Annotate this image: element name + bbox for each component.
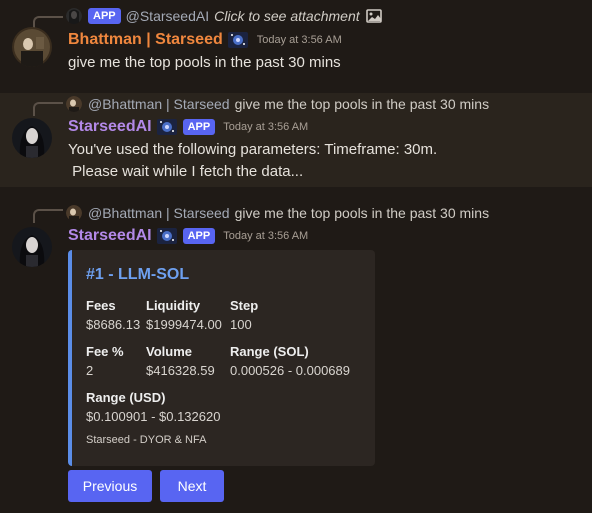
reply-avatar (66, 205, 82, 221)
starseed-emoji (156, 119, 177, 135)
message-content-line-1: You've used the following parameters: Ti… (68, 141, 438, 158)
reply-preview[interactable]: @Bhattman | Starseed give me the top poo… (66, 204, 489, 222)
field-value: 100 (230, 317, 252, 332)
message-content: give me the top pools in the past 30 min… (68, 54, 341, 71)
field-liquidity: Liquidity $1999474.00 (146, 298, 222, 332)
reply-avatar (66, 8, 82, 24)
reply-avatar (66, 96, 82, 112)
avatar[interactable] (12, 27, 52, 67)
app-badge: APP (182, 228, 216, 244)
author-name[interactable]: StarseedAI (68, 118, 152, 136)
reply-text[interactable]: give me the top pools in the past 30 min… (235, 96, 489, 112)
field-name: Step (230, 298, 259, 313)
field-value: $0.100901 - $0.132620 (86, 409, 221, 424)
pool-embed: #1 - LLM-SOL Fees $8686.13 Liquidity $19… (68, 250, 375, 466)
field-volume: Volume $416328.59 (146, 344, 215, 378)
message-2: @Bhattman | Starseed give me the top poo… (0, 93, 592, 187)
message-header: Bhattman | Starseed Today at 3:56 AM (68, 31, 342, 49)
author-name[interactable]: StarseedAI (68, 227, 152, 245)
field-range-usd: Range (USD) $0.100901 - $0.132620 (86, 390, 220, 424)
field-name: Volume (146, 344, 192, 359)
image-icon (365, 9, 382, 23)
embed-title: #1 - LLM-SOL (86, 266, 190, 283)
reply-mention[interactable]: @StarseedAI (126, 8, 209, 24)
reply-connector (33, 102, 63, 116)
reply-text[interactable]: give me the top pools in the past 30 min… (235, 205, 489, 221)
field-name: Range (SOL) (230, 344, 309, 359)
field-step: Step 100 (230, 298, 258, 332)
field-name: Range (USD) (86, 390, 166, 405)
field-value: $416328.59 (146, 363, 215, 378)
starseed-emoji (227, 32, 248, 48)
reply-connector (33, 209, 63, 223)
message-1: APP @StarseedAI Click to see attachment … (0, 0, 592, 90)
field-value: $1999474.00 (146, 317, 222, 332)
field-range-sol: Range (SOL) 0.000526 - 0.000689 (230, 344, 350, 378)
reply-preview[interactable]: APP @StarseedAI Click to see attachment (66, 7, 382, 25)
timestamp: Today at 3:56 AM (223, 121, 309, 133)
field-name: Liquidity (146, 298, 201, 313)
author-name[interactable]: Bhattman | Starseed (68, 31, 223, 49)
field-fees: Fees $8686.13 (86, 298, 140, 332)
reply-mention[interactable]: @Bhattman | Starseed (88, 205, 230, 221)
next-button[interactable]: Next (160, 470, 224, 502)
app-badge: APP (182, 119, 216, 135)
field-name: Fees (86, 298, 116, 313)
app-badge: APP (88, 8, 121, 24)
field-value: $8686.13 (86, 317, 141, 332)
avatar[interactable] (12, 118, 52, 158)
timestamp: Today at 3:56 AM (256, 34, 342, 46)
avatar[interactable] (12, 227, 52, 267)
message-header: StarseedAI APP Today at 3:56 AM (68, 227, 308, 245)
embed-footer: Starseed - DYOR & NFA (86, 434, 207, 446)
timestamp: Today at 3:56 AM (223, 230, 309, 242)
message-header: StarseedAI APP Today at 3:56 AM (68, 118, 308, 136)
starseed-emoji (156, 228, 177, 244)
reply-mention[interactable]: @Bhattman | Starseed (88, 96, 230, 112)
reply-text[interactable]: Click to see attachment (214, 8, 360, 24)
message-content-line-2: Please wait while I fetch the data... (68, 163, 304, 180)
field-value: 0.000526 - 0.000689 (230, 363, 350, 378)
field-name: Fee % (86, 344, 124, 359)
field-fee-percent: Fee % 2 (86, 344, 124, 378)
field-value: 2 (86, 363, 94, 378)
previous-button[interactable]: Previous (68, 470, 152, 502)
reply-preview[interactable]: @Bhattman | Starseed give me the top poo… (66, 95, 489, 113)
